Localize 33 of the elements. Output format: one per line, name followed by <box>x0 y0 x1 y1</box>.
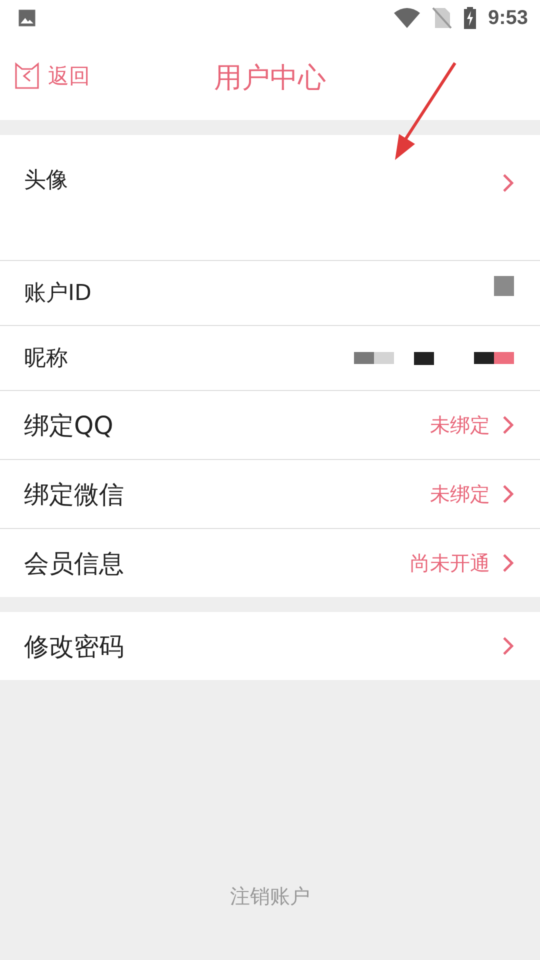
settings-row[interactable]: 绑定微信 未绑定 <box>0 460 540 529</box>
wifi-icon <box>394 8 420 28</box>
chevron-icon <box>502 484 514 504</box>
back-icon <box>14 62 40 90</box>
picture-icon <box>16 7 38 29</box>
row-label: 昵称 <box>24 345 68 373</box>
redaction-block <box>414 352 434 364</box>
row-value: 未绑定 <box>430 412 490 438</box>
settings-row[interactable]: 修改密码 <box>0 612 540 680</box>
settings-row[interactable]: 头像 <box>0 135 540 261</box>
chevron-icon <box>502 553 514 573</box>
settings-row[interactable]: 会员信息 尚未开通 <box>0 529 540 597</box>
chevron-icon <box>502 636 514 656</box>
settings-row[interactable]: 绑定QQ 未绑定 <box>0 391 540 460</box>
no-sim-icon <box>432 7 452 29</box>
redaction-block <box>494 276 514 296</box>
settings-row[interactable]: 昵称 <box>0 326 540 391</box>
row-label: 会员信息 <box>24 548 124 580</box>
row-label: 头像 <box>24 167 68 195</box>
row-value: 未绑定 <box>430 480 490 508</box>
redaction-block <box>474 352 514 364</box>
chevron-icon <box>502 173 514 193</box>
row-label: 绑定微信 <box>24 478 124 510</box>
chevron-icon <box>502 415 514 435</box>
battery-icon <box>464 7 476 29</box>
row-label: 绑定QQ <box>24 410 114 442</box>
row-label: 账户ID <box>24 280 92 308</box>
row-value: 尚未开通 <box>410 550 490 576</box>
status-time: 9:53 <box>488 6 528 30</box>
row-label: 修改密码 <box>24 630 124 662</box>
redaction-block <box>354 352 394 364</box>
page-title: 用户中心 <box>214 60 326 96</box>
settings-row[interactable]: 账户ID <box>0 261 540 326</box>
